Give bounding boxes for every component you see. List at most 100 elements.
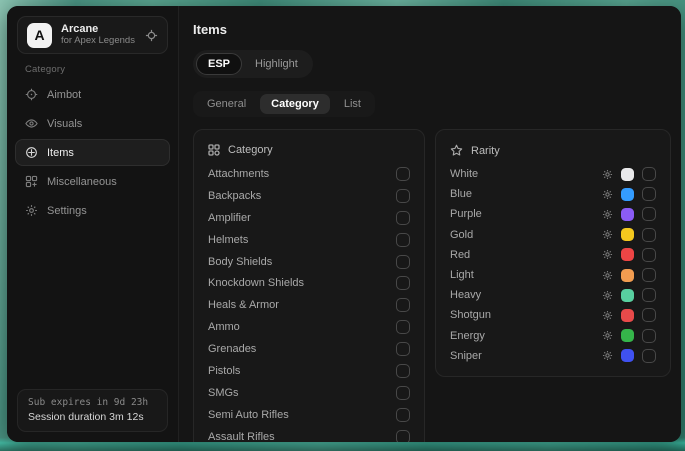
gear-icon[interactable]: [602, 189, 613, 200]
category-row: Assault Rifles: [208, 426, 410, 442]
category-checkbox[interactable]: [396, 167, 410, 181]
sidebar-nav: Aimbot Visuals ItemsMiscellaneous Settings: [7, 81, 178, 224]
category-list: AttachmentsBackpacksAmplifierHelmetsBody…: [208, 163, 410, 442]
category-checkbox[interactable]: [396, 233, 410, 247]
eye-icon: [25, 117, 38, 130]
rarity-row-label: Heavy: [450, 289, 481, 301]
color-swatch[interactable]: [621, 289, 634, 302]
sidebar-item-label: Settings: [47, 205, 87, 217]
color-swatch[interactable]: [621, 269, 634, 282]
color-swatch[interactable]: [621, 228, 634, 241]
rarity-row: Red: [450, 245, 656, 265]
rarity-checkbox[interactable]: [642, 207, 656, 221]
category-row-label: Knockdown Shields: [208, 277, 304, 289]
panel-columns: Category AttachmentsBackpacksAmplifierHe…: [193, 129, 671, 442]
sidebar-section-label: Category: [25, 64, 178, 75]
category-row-label: Heals & Armor: [208, 299, 279, 311]
category-checkbox[interactable]: [396, 430, 410, 442]
category-checkbox[interactable]: [396, 364, 410, 378]
color-swatch[interactable]: [621, 208, 634, 221]
crosshair-icon: [25, 88, 38, 101]
category-checkbox[interactable]: [396, 298, 410, 312]
rarity-row-label: Red: [450, 249, 470, 261]
category-row-label: Body Shields: [208, 256, 272, 268]
subscription-card: Sub expires in 9d 23h Session duration 3…: [17, 389, 168, 432]
mode-option-esp[interactable]: ESP: [196, 53, 242, 75]
rarity-checkbox[interactable]: [642, 349, 656, 363]
rarity-checkbox[interactable]: [642, 288, 656, 302]
rarity-checkbox[interactable]: [642, 268, 656, 282]
tab-list[interactable]: List: [333, 94, 372, 114]
sidebar-item-settings[interactable]: Settings: [15, 197, 170, 224]
sidebar-item-items[interactable]: Items: [15, 139, 170, 166]
app-logo-card: A Arcane for Apex Legends: [17, 16, 168, 54]
rarity-row-label: Light: [450, 269, 474, 281]
category-checkbox[interactable]: [396, 320, 410, 334]
grid-icon: [208, 144, 220, 156]
color-swatch[interactable]: [621, 248, 634, 261]
category-row: Heals & Armor: [208, 294, 410, 316]
sidebar-item-label: Visuals: [47, 118, 82, 130]
gear-icon[interactable]: [602, 229, 613, 240]
sidebar-item-miscellaneous[interactable]: Miscellaneous: [15, 168, 170, 195]
rarity-row: White: [450, 164, 656, 184]
gear-icon[interactable]: [602, 350, 613, 361]
rarity-row: Shotgun: [450, 305, 656, 325]
gear-icon[interactable]: [602, 249, 613, 260]
category-checkbox[interactable]: [396, 255, 410, 269]
app-window: A Arcane for Apex Legends Category Aimbo…: [7, 6, 681, 442]
rarity-row-label: Gold: [450, 229, 473, 241]
category-row-label: Backpacks: [208, 190, 261, 202]
rarity-checkbox[interactable]: [642, 187, 656, 201]
item-box-icon: [25, 146, 38, 159]
category-checkbox[interactable]: [396, 189, 410, 203]
category-checkbox[interactable]: [396, 386, 410, 400]
sidebar-item-aimbot[interactable]: Aimbot: [15, 81, 170, 108]
category-row: Amplifier: [208, 207, 410, 229]
color-swatch[interactable]: [621, 329, 634, 342]
gear-icon[interactable]: [602, 330, 613, 341]
rarity-checkbox[interactable]: [642, 167, 656, 181]
grid-icon: [25, 175, 38, 188]
sidebar-item-visuals[interactable]: Visuals: [15, 110, 170, 137]
gear-icon[interactable]: [602, 209, 613, 220]
category-checkbox[interactable]: [396, 408, 410, 422]
rarity-row-label: Purple: [450, 208, 482, 220]
category-checkbox[interactable]: [396, 211, 410, 225]
category-row-label: Helmets: [208, 234, 248, 246]
category-row: Semi Auto Rifles: [208, 404, 410, 426]
tab-category[interactable]: Category: [260, 94, 330, 114]
category-row: Backpacks: [208, 185, 410, 207]
category-row: SMGs: [208, 382, 410, 404]
category-panel-title: Category: [228, 144, 273, 156]
rarity-checkbox[interactable]: [642, 308, 656, 322]
mode-option-highlight[interactable]: Highlight: [243, 53, 310, 75]
rarity-row-label: Blue: [450, 188, 472, 200]
category-row: Grenades: [208, 338, 410, 360]
rarity-checkbox[interactable]: [642, 329, 656, 343]
gear-icon[interactable]: [602, 169, 613, 180]
gear-icon[interactable]: [602, 270, 613, 281]
tab-general[interactable]: General: [196, 94, 257, 114]
color-swatch[interactable]: [621, 188, 634, 201]
color-swatch[interactable]: [621, 309, 634, 322]
rarity-row: Light: [450, 265, 656, 285]
color-swatch[interactable]: [621, 349, 634, 362]
rarity-checkbox[interactable]: [642, 248, 656, 262]
rarity-checkbox[interactable]: [642, 228, 656, 242]
category-checkbox[interactable]: [396, 342, 410, 356]
category-row: Knockdown Shields: [208, 272, 410, 294]
category-row-label: Amplifier: [208, 212, 251, 224]
rarity-row: Blue: [450, 184, 656, 204]
gear-icon[interactable]: [602, 310, 613, 321]
category-checkbox[interactable]: [396, 276, 410, 290]
page-title: Items: [193, 22, 671, 37]
star-icon: [450, 144, 463, 157]
sub-expiry-text: Sub expires in 9d 23h: [28, 397, 157, 408]
target-icon[interactable]: [145, 29, 158, 42]
gear-icon[interactable]: [602, 290, 613, 301]
category-row-label: SMGs: [208, 387, 239, 399]
rarity-list: WhiteBluePurpleGoldRedLightHeavyShotgunE…: [450, 164, 656, 366]
session-duration-text: Session duration 3m 12s: [28, 411, 157, 423]
color-swatch[interactable]: [621, 168, 634, 181]
